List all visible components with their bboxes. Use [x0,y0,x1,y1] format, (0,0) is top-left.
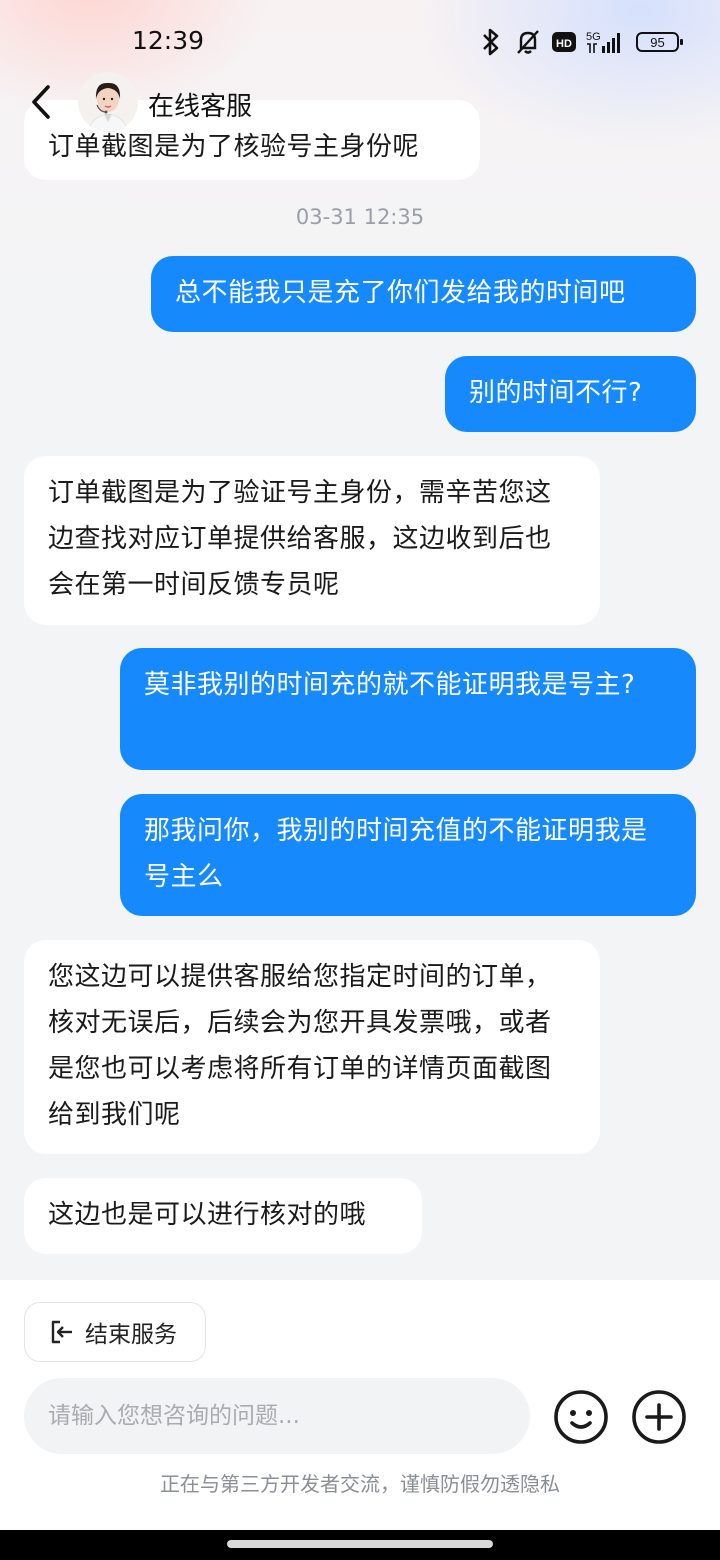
user-message-bubble[interactable]: 那我问你，我别的时间充值的不能证明我是号主么 [120,794,696,916]
message-text: 您这边可以提供客服给您指定时间的订单，核对无误后，后续会为您开具发票哦，或者是您… [48,962,552,1130]
privacy-notice: 正在与第三方开发者交流，谨慎防假勿透隐私 [160,1472,560,1496]
message-input[interactable] [24,1378,530,1454]
hd-icon: HD [552,32,576,52]
signal-5g-icon: 5G [586,31,620,53]
agent-message-bubble[interactable]: 您这边可以提供客服给您指定时间的订单，核对无误后，后续会为您开具发票哦，或者是您… [24,940,600,1154]
agent-avatar-illustration [78,72,138,132]
agent-message-bubble[interactable]: 这边也是可以进行核对的哦 [24,1178,422,1254]
chat-header: 在线客服 [0,68,720,138]
end-service-label: 结束服务 [85,1322,177,1348]
plus-icon[interactable] [631,1389,687,1445]
agent-message-bubble[interactable]: 订单截图是为了验证号主身份，需辛苦您这边查找对应订单提供给客服，这边收到后也会在… [24,456,600,625]
message-text: 那我问你，我别的时间充值的不能证明我是号主么 [144,816,648,892]
battery-icon: 95 [636,32,683,52]
bluetooth-icon [483,28,499,56]
status-time: 12:39 [132,26,205,55]
system-navigation-bar [0,1530,720,1560]
status-icons: HD 5G 95 [478,28,684,56]
hd-label: HD [556,38,572,50]
user-message-bubble[interactable]: 莫非我别的时间充的就不能证明我是号主? [120,648,696,770]
user-message-bubble[interactable]: 总不能我只是充了你们发给我的时间吧 [151,256,696,332]
message-text: 莫非我别的时间充的就不能证明我是号主? [144,670,636,700]
message-timestamp: 03-31 12:35 [295,205,425,229]
network-label: 5G [586,31,601,43]
chat-area[interactable]: 订单截图是为了核验号主身份呢 03-31 12:35 总不能我只是充了你们发给我… [0,0,720,1280]
message-text: 这边也是可以进行核对的哦 [48,1200,367,1230]
page-title: 在线客服 [148,92,253,122]
end-service-button[interactable]: 结束服务 [24,1302,206,1362]
home-indicator[interactable] [227,1540,493,1548]
bottom-panel: 结束服务 正在与第三方开发者交流，谨慎防假勿透隐私 [0,1280,720,1530]
message-text: 总不能我只是充了你们发给我的时间吧 [175,278,626,308]
exit-icon [51,1320,72,1344]
agent-avatar[interactable] [78,72,138,132]
message-text: 订单截图是为了验证号主身份，需辛苦您这边查找对应订单提供给客服，这边收到后也会在… [48,478,552,600]
emoji-icon[interactable] [553,1389,609,1445]
mute-bell-icon [517,30,539,54]
chevron-left-icon[interactable] [26,82,62,122]
user-message-bubble[interactable]: 别的时间不行? [445,356,696,432]
message-text: 别的时间不行? [469,378,643,408]
battery-level: 95 [650,35,664,50]
